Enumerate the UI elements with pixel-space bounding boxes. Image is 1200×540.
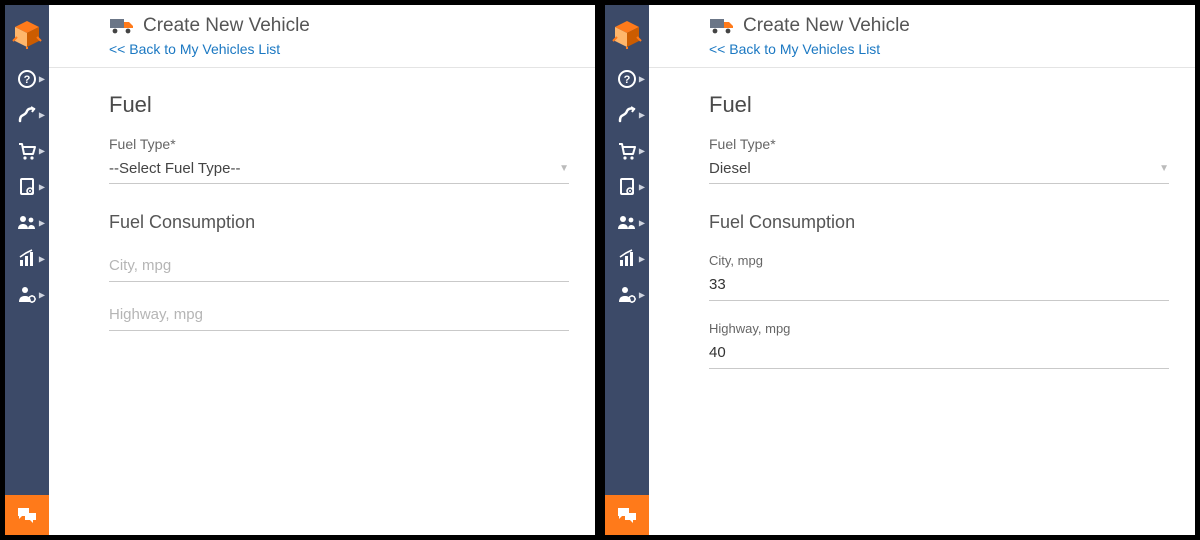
sidebar-item-orders[interactable]: ▶ — [5, 133, 49, 169]
team-icon — [616, 212, 638, 234]
back-link[interactable]: << Back to My Vehicles List — [709, 41, 880, 57]
sidebar-item-routes[interactable]: ▶ — [605, 97, 649, 133]
chevron-right-icon: ▶ — [39, 183, 45, 192]
address-book-icon — [616, 176, 638, 198]
svg-text:?: ? — [624, 74, 631, 86]
fuel-type-label: Fuel Type* — [709, 136, 1169, 152]
chevron-right-icon: ▶ — [639, 183, 645, 192]
city-mpg-input[interactable] — [709, 276, 1169, 293]
sidebar-item-user-settings[interactable]: ▶ — [605, 277, 649, 313]
main-content: Create New Vehicle << Back to My Vehicle… — [49, 5, 595, 535]
highway-mpg-input[interactable] — [109, 306, 569, 323]
app-logo[interactable] — [5, 5, 49, 61]
sidebar: ? ▶ ▶ ▶ ▶ ▶ ▶ — [605, 5, 649, 535]
chevron-right-icon: ▶ — [639, 147, 645, 156]
chat-button[interactable] — [605, 495, 649, 535]
sidebar-item-team[interactable]: ▶ — [605, 205, 649, 241]
page-title-row: Create New Vehicle — [709, 15, 1195, 37]
address-book-icon — [16, 176, 38, 198]
chevron-right-icon: ▶ — [39, 147, 45, 156]
sidebar-item-addressbook[interactable]: ▶ — [5, 169, 49, 205]
city-mpg-input[interactable] — [109, 257, 569, 274]
app-panel-left: ? ▶ ▶ ▶ ▶ — [4, 4, 596, 536]
cart-icon — [616, 140, 638, 162]
chevron-right-icon: ▶ — [39, 255, 45, 264]
chevron-right-icon: ▶ — [639, 291, 645, 300]
sidebar: ? ▶ ▶ ▶ ▶ — [5, 5, 49, 535]
chevron-right-icon: ▶ — [39, 291, 45, 300]
analytics-icon — [16, 248, 38, 270]
routes-icon — [16, 104, 38, 126]
chat-icon — [16, 504, 38, 526]
chat-icon — [616, 504, 638, 526]
svg-text:?: ? — [24, 74, 31, 86]
logo-icon — [11, 17, 43, 49]
chevron-right-icon: ▶ — [639, 111, 645, 120]
chevron-right-icon: ▶ — [639, 75, 645, 84]
highway-label: Highway, mpg — [709, 321, 1169, 336]
highway-mpg-input[interactable] — [709, 344, 1169, 361]
fuel-type-select[interactable]: --Select Fuel Type-- ▼ — [109, 156, 569, 184]
sidebar-item-routes[interactable]: ▶ — [5, 97, 49, 133]
fuel-heading: Fuel — [709, 92, 1169, 118]
routes-icon — [616, 104, 638, 126]
fuel-heading: Fuel — [109, 92, 569, 118]
city-label: City, mpg — [709, 253, 1169, 268]
app-panel-right: ? ▶ ▶ ▶ ▶ ▶ ▶ — [604, 4, 1196, 536]
analytics-icon — [616, 248, 638, 270]
chevron-right-icon: ▶ — [639, 255, 645, 264]
consumption-heading: Fuel Consumption — [109, 212, 569, 233]
help-icon: ? — [616, 68, 638, 90]
sidebar-item-orders[interactable]: ▶ — [605, 133, 649, 169]
help-icon: ? — [16, 68, 38, 90]
cart-icon — [16, 140, 38, 162]
fuel-type-value: Diesel — [709, 160, 751, 177]
chevron-right-icon: ▶ — [39, 111, 45, 120]
chevron-right-icon: ▶ — [639, 219, 645, 228]
page-title: Create New Vehicle — [743, 15, 910, 37]
user-settings-icon — [16, 284, 38, 306]
consumption-heading: Fuel Consumption — [709, 212, 1169, 233]
back-link[interactable]: << Back to My Vehicles List — [109, 41, 280, 57]
logo-icon — [611, 17, 643, 49]
sidebar-item-analytics[interactable]: ▶ — [605, 241, 649, 277]
chevron-right-icon: ▶ — [39, 75, 45, 84]
chat-button[interactable] — [5, 495, 49, 535]
sidebar-item-addressbook[interactable]: ▶ — [605, 169, 649, 205]
fuel-type-label: Fuel Type* — [109, 136, 569, 152]
sidebar-item-help[interactable]: ? ▶ — [5, 61, 49, 97]
user-settings-icon — [616, 284, 638, 306]
chevron-down-icon: ▼ — [1159, 163, 1169, 174]
page-title-row: Create New Vehicle — [109, 15, 595, 37]
chevron-down-icon: ▼ — [559, 163, 569, 174]
truck-icon — [109, 17, 135, 35]
team-icon — [16, 212, 38, 234]
page-title: Create New Vehicle — [143, 15, 310, 37]
app-logo[interactable] — [605, 5, 649, 61]
fuel-type-value: --Select Fuel Type-- — [109, 160, 240, 177]
sidebar-item-user-settings[interactable]: ▶ — [5, 277, 49, 313]
truck-icon — [709, 17, 735, 35]
fuel-type-select[interactable]: Diesel ▼ — [709, 156, 1169, 184]
main-content: Create New Vehicle << Back to My Vehicle… — [649, 5, 1195, 535]
sidebar-item-team[interactable]: ▶ — [5, 205, 49, 241]
sidebar-item-analytics[interactable]: ▶ — [5, 241, 49, 277]
chevron-right-icon: ▶ — [39, 219, 45, 228]
sidebar-item-help[interactable]: ? ▶ — [605, 61, 649, 97]
